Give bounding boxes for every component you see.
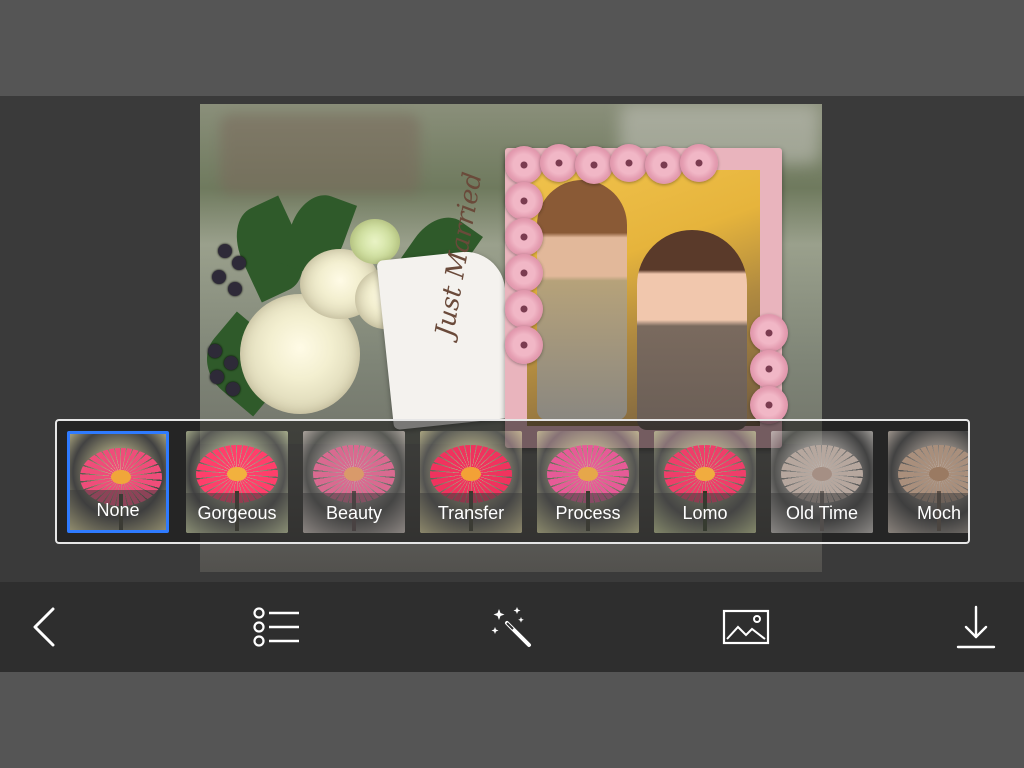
background-bench bbox=[220, 114, 420, 194]
berry bbox=[224, 356, 238, 370]
flower-center bbox=[812, 467, 832, 481]
image-icon bbox=[722, 609, 770, 645]
filter-label: Gorgeous bbox=[186, 493, 288, 533]
flower-center bbox=[344, 467, 364, 481]
list-button[interactable] bbox=[246, 602, 306, 652]
filter-transfer[interactable]: Transfer bbox=[420, 431, 522, 533]
bottom-toolbar bbox=[0, 582, 1024, 672]
berry bbox=[212, 270, 226, 284]
flower-bud bbox=[350, 219, 400, 264]
pink-flower bbox=[575, 146, 613, 184]
pink-flower bbox=[680, 144, 718, 182]
back-button[interactable] bbox=[15, 602, 75, 652]
filter-old-time[interactable]: Old Time bbox=[771, 431, 873, 533]
flower-center bbox=[227, 467, 247, 481]
filter-label: Old Time bbox=[771, 493, 873, 533]
filter-moch[interactable]: Moch bbox=[888, 431, 968, 533]
filter-gorgeous[interactable]: Gorgeous bbox=[186, 431, 288, 533]
pink-flower bbox=[505, 254, 543, 292]
pink-flower bbox=[505, 290, 543, 328]
couple-woman bbox=[637, 230, 747, 430]
download-icon bbox=[956, 605, 996, 649]
pink-flower bbox=[505, 182, 543, 220]
pink-flower bbox=[505, 218, 543, 256]
top-bar bbox=[0, 0, 1024, 96]
filter-none[interactable]: None bbox=[67, 431, 169, 533]
filter-beauty[interactable]: Beauty bbox=[303, 431, 405, 533]
flower-center bbox=[111, 470, 131, 484]
pink-flower bbox=[540, 144, 578, 182]
berry bbox=[208, 344, 222, 358]
filter-label: Moch bbox=[888, 493, 968, 533]
magic-wand-icon bbox=[491, 607, 531, 647]
flower-center bbox=[929, 467, 949, 481]
chevron-left-icon bbox=[33, 607, 55, 647]
image-button[interactable] bbox=[716, 602, 776, 652]
list-icon bbox=[253, 607, 299, 647]
filter-lomo[interactable]: Lomo bbox=[654, 431, 756, 533]
flower-center bbox=[695, 467, 715, 481]
berry bbox=[218, 244, 232, 258]
pink-flower bbox=[750, 350, 788, 388]
berry bbox=[228, 282, 242, 296]
flower-center bbox=[578, 467, 598, 481]
bottom-bar bbox=[0, 672, 1024, 768]
pink-flower bbox=[645, 146, 683, 184]
filter-label: Process bbox=[537, 493, 639, 533]
magic-button[interactable] bbox=[482, 602, 542, 652]
filter-label: None bbox=[70, 490, 166, 530]
berry bbox=[210, 370, 224, 384]
filter-strip[interactable]: None Gorgeous Beauty Transfer Process Lo… bbox=[55, 419, 970, 544]
pink-flower bbox=[505, 146, 543, 184]
flower-center bbox=[461, 467, 481, 481]
berry bbox=[226, 382, 240, 396]
filter-process[interactable]: Process bbox=[537, 431, 639, 533]
berry bbox=[232, 256, 246, 270]
pink-flower bbox=[750, 314, 788, 352]
pink-flower bbox=[610, 144, 648, 182]
pink-flower bbox=[505, 326, 543, 364]
download-button[interactable] bbox=[946, 602, 1006, 652]
filter-label: Lomo bbox=[654, 493, 756, 533]
frame-photo bbox=[527, 170, 760, 430]
filter-label: Transfer bbox=[420, 493, 522, 533]
photo-frame bbox=[505, 148, 782, 448]
couple-man bbox=[537, 180, 627, 420]
filter-label: Beauty bbox=[303, 493, 405, 533]
